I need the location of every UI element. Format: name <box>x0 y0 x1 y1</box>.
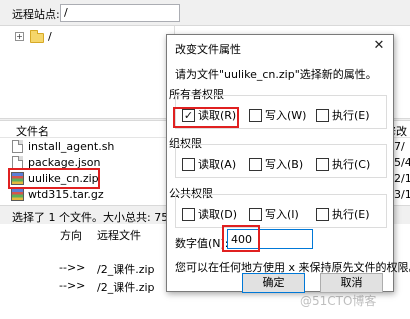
public-write-label: 写入(I) <box>265 208 299 221</box>
group-execute-label: 执行(C) <box>332 158 371 171</box>
group-permissions-group: 读取(A) 写入(B) 执行(C) <box>175 144 387 178</box>
public-permissions-group: 读取(D) 写入(I) 执行(E) <box>175 194 387 228</box>
column-header-remote-file[interactable]: 远程文件 <box>97 227 141 243</box>
file-date: 2/1 <box>394 172 410 185</box>
checkbox-box[interactable] <box>316 157 329 171</box>
dialog-title: 改变文件属性 <box>175 43 241 56</box>
file-date: 5/4/ <box>394 156 410 169</box>
group-read-label: 读取(A) <box>198 158 237 171</box>
group-execute-checkbox[interactable]: 执行(C) <box>316 157 370 171</box>
checkbox-box[interactable] <box>249 157 262 171</box>
queue-remote-path: /2_课件.zip <box>97 281 155 294</box>
remote-site-label: 远程站点: <box>12 8 60 21</box>
cancel-button[interactable]: 取消 <box>320 273 383 293</box>
tree-root-item[interactable]: / <box>48 30 52 43</box>
column-header-direction[interactable]: 方向 <box>60 227 82 243</box>
change-file-attributes-dialog: 改变文件属性 ✕ 请为文件"uulike_cn.zip"选择新的属性。 所有者权… <box>166 34 410 293</box>
dialog-prompt: 请为文件"uulike_cn.zip"选择新的属性。 <box>175 68 377 81</box>
queue-remote-path: /2_课件.zip <box>97 263 155 276</box>
numeric-value-label: 数字值(N): <box>175 237 229 250</box>
read-annotation-box <box>173 107 239 128</box>
queue-direction: -->> <box>59 279 86 292</box>
file-name: install_agent.sh <box>28 140 115 153</box>
owner-write-checkbox[interactable]: 写入(W) <box>249 108 306 122</box>
public-read-checkbox[interactable]: 读取(D) <box>182 207 237 221</box>
column-header-filename[interactable]: 文件名 <box>16 123 49 139</box>
group-read-checkbox[interactable]: 读取(A) <box>182 157 236 171</box>
owner-execute-checkbox[interactable]: 执行(E) <box>316 108 370 122</box>
group-write-label: 写入(B) <box>265 158 304 171</box>
tree-expand-icon[interactable]: + <box>15 32 24 41</box>
remote-site-input[interactable]: / <box>60 4 180 22</box>
owner-execute-label: 执行(E) <box>332 109 370 122</box>
numeric-annotation-box <box>222 225 260 252</box>
watermark: @51CTO博客 <box>300 294 377 308</box>
owner-write-label: 写入(W) <box>265 109 307 122</box>
public-execute-checkbox[interactable]: 执行(E) <box>316 207 370 221</box>
close-icon[interactable]: ✕ <box>371 38 387 54</box>
checkbox-box[interactable] <box>182 157 195 171</box>
file-date: 7/ <box>394 140 405 153</box>
checkbox-box[interactable] <box>249 207 262 221</box>
checkbox-box[interactable] <box>316 207 329 221</box>
remote-site-bar: 远程站点: / <box>0 0 410 26</box>
archive-icon <box>11 188 24 201</box>
checkbox-box[interactable] <box>182 207 195 221</box>
file-date: 3/1 <box>394 188 410 201</box>
folder-icon <box>30 30 44 43</box>
checkbox-box[interactable] <box>249 108 262 122</box>
file-name: wtd315.tar.gz <box>28 188 104 201</box>
checkbox-box[interactable] <box>316 108 329 122</box>
selected-file-annotation-box <box>8 168 100 189</box>
public-write-checkbox[interactable]: 写入(I) <box>249 207 299 221</box>
document-icon <box>12 140 23 153</box>
queue-direction: -->> <box>59 261 86 274</box>
public-execute-label: 执行(E) <box>332 208 370 221</box>
public-read-label: 读取(D) <box>198 208 238 221</box>
ok-button[interactable]: 确定 <box>242 273 305 293</box>
group-write-checkbox[interactable]: 写入(B) <box>249 157 303 171</box>
remote-directory-tree: + / <box>0 26 175 118</box>
